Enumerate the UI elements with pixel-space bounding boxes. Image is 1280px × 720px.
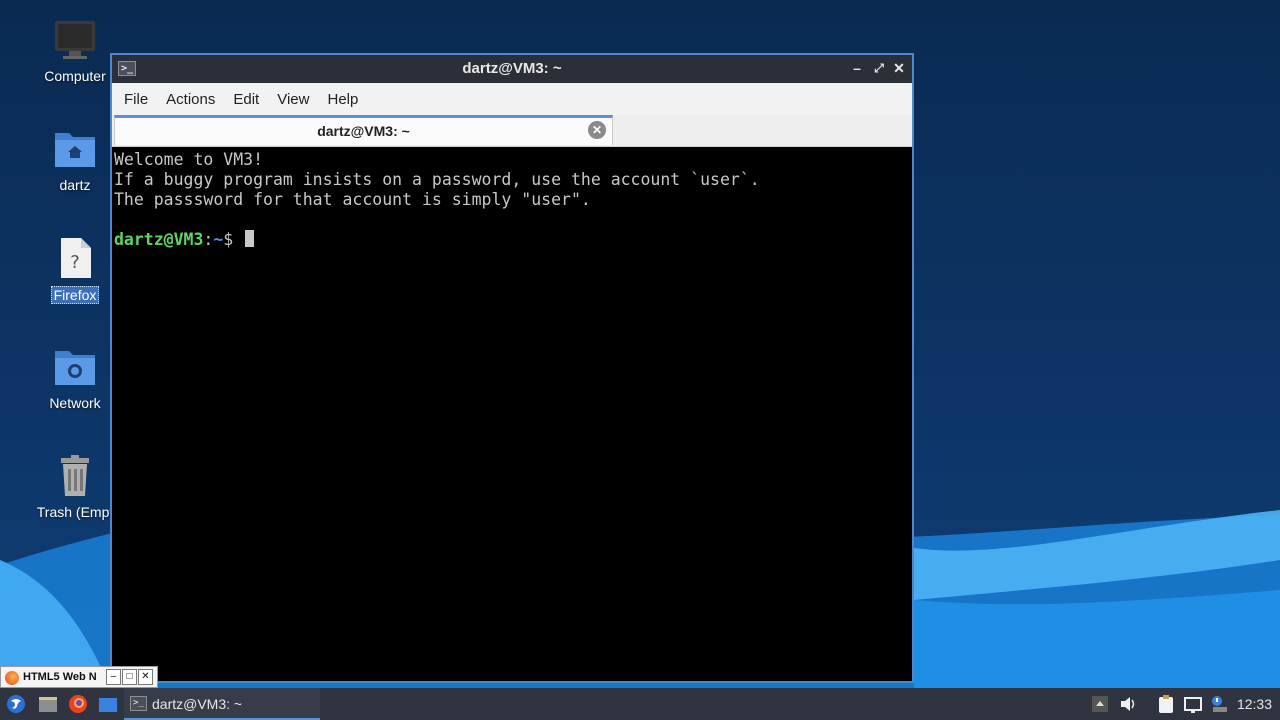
terminal-line: Welcome to VM3!: [114, 150, 264, 169]
desktop-icon-label: Computer: [44, 68, 106, 84]
text-cursor: [245, 230, 255, 247]
network-folder-icon: [53, 345, 97, 389]
mini-maximize-icon[interactable]: □: [122, 669, 137, 685]
terminal-line: If a buggy program insists on a password…: [114, 170, 760, 189]
window-titlebar[interactable]: >_ dartz@VM3: ~ – ⤢ ✕: [112, 55, 912, 83]
taskbar: >_ dartz@VM3: ~ 12:33: [0, 688, 1280, 720]
menu-edit[interactable]: Edit: [225, 91, 267, 108]
desktop-icon-label: Trash (Empt: [36, 504, 114, 520]
tab-bar: dartz@VM3: ~ ✕: [112, 115, 912, 147]
unknown-file-icon: ?: [53, 236, 97, 280]
desktop-icon-network[interactable]: Network: [28, 345, 122, 411]
tab-terminal[interactable]: dartz@VM3: ~ ✕: [114, 115, 613, 145]
close-icon[interactable]: ✕: [890, 59, 908, 77]
terminal-line: The passsword for that account is simply…: [114, 190, 591, 209]
maximize-icon[interactable]: ⤢: [870, 59, 888, 77]
trash-icon: [53, 454, 97, 498]
svg-text:?: ?: [70, 252, 80, 273]
mini-minimize-icon[interactable]: –: [106, 669, 121, 685]
prompt-path: ~: [213, 230, 224, 249]
clipboard-icon[interactable]: [1156, 694, 1176, 714]
window-title: dartz@VM3: ~: [462, 60, 562, 77]
monitor-icon: [53, 18, 97, 62]
desktop-icon-label: Network: [49, 395, 101, 411]
prompt-user: dartz@VM3: [114, 230, 204, 249]
prompt-separator: :: [203, 230, 214, 249]
desktop-icon-firefox[interactable]: ? Firefox: [28, 236, 122, 304]
clock[interactable]: 12:33: [1237, 696, 1272, 712]
firefox-icon[interactable]: [68, 694, 88, 714]
prompt-symbol: $: [223, 230, 234, 249]
menu-bar: File Actions Edit View Help: [112, 83, 912, 115]
start-menu-icon[interactable]: [6, 694, 26, 714]
desktop-icon-label: dartz: [59, 177, 91, 193]
notification-icon[interactable]: [1209, 694, 1229, 714]
tab-label: dartz@VM3: ~: [317, 123, 410, 139]
mini-window-label: HTML5 Web N: [23, 671, 97, 683]
menu-view[interactable]: View: [269, 91, 317, 108]
menu-file[interactable]: File: [116, 91, 156, 108]
desktop-icon-dartz[interactable]: dartz: [28, 127, 122, 193]
terminal-icon: >_: [130, 696, 147, 711]
terminal-window[interactable]: >_ dartz@VM3: ~ – ⤢ ✕ File Actions Edit …: [110, 53, 914, 683]
firefox-icon: [5, 671, 19, 685]
mini-close-icon[interactable]: ✕: [138, 669, 153, 685]
taskbar-task-terminal[interactable]: >_ dartz@VM3: ~: [124, 688, 320, 720]
file-manager-icon[interactable]: [38, 694, 58, 714]
terminal-prompt-line: dartz@VM3:~$: [114, 230, 912, 250]
minimized-browser-window[interactable]: HTML5 Web N – □ ✕: [0, 666, 158, 688]
minimize-icon[interactable]: –: [848, 59, 866, 77]
terminal-output[interactable]: Welcome to VM3! If a buggy program insist…: [114, 149, 912, 681]
network-status-icon[interactable]: [1183, 694, 1203, 714]
taskbar-task-label: dartz@VM3: ~: [152, 696, 243, 712]
tab-close-icon[interactable]: ✕: [588, 121, 606, 139]
tray-up-arrow-icon[interactable]: [1090, 694, 1110, 714]
home-folder-icon: [53, 127, 97, 171]
menu-help[interactable]: Help: [319, 91, 366, 108]
show-desktop-icon[interactable]: [98, 694, 118, 714]
menu-actions[interactable]: Actions: [158, 91, 223, 108]
volume-icon[interactable]: [1118, 694, 1138, 714]
desktop-icon-trash[interactable]: Trash (Empt: [28, 454, 122, 520]
desktop-icon-label: Firefox: [50, 286, 100, 304]
desktop-icon-computer[interactable]: Computer: [28, 18, 122, 84]
